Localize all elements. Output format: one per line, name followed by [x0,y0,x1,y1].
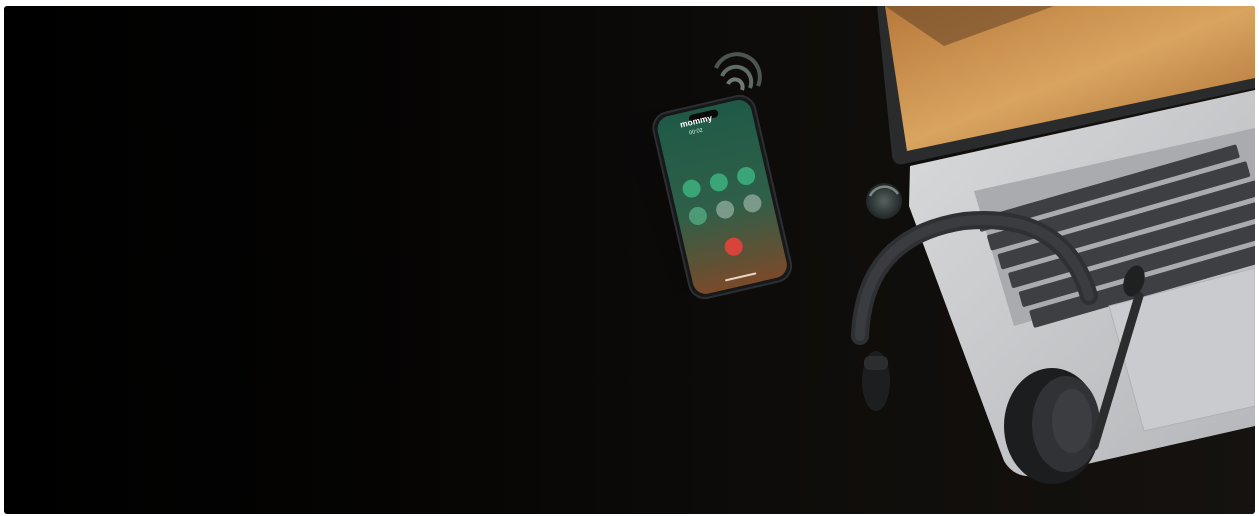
wireless-signal-icon [866,183,902,219]
hero-banner: mommy 00:02 [4,6,1255,514]
wireless-signal-icon [714,52,762,91]
product-scene-illustration [616,6,1255,484]
